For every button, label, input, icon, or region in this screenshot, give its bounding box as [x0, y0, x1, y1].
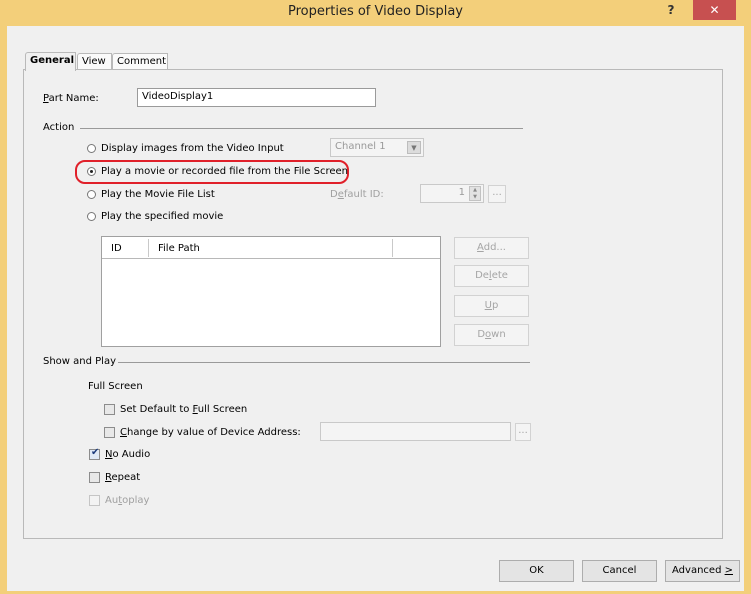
part-name-input[interactable]: VideoDisplay1 — [137, 88, 376, 107]
radio-video-input[interactable] — [87, 144, 96, 153]
up-button[interactable]: Up — [454, 295, 529, 317]
channel-select[interactable]: Channel 1 ▼ — [330, 138, 424, 157]
default-id-browse-button[interactable]: ... — [488, 185, 506, 203]
checkmark-icon: ✔ — [91, 447, 100, 458]
channel-select-value: Channel 1 — [335, 141, 386, 152]
add-button[interactable]: Add... — [454, 237, 529, 259]
delete-button[interactable]: Delete — [454, 265, 529, 287]
default-id-value: 1 — [458, 187, 465, 198]
column-header-id[interactable]: ID — [111, 243, 122, 254]
file-list-header: ID File Path — [102, 237, 440, 259]
repeat-checkbox[interactable] — [89, 472, 100, 483]
column-header-file-path[interactable]: File Path — [158, 243, 200, 254]
advanced-button[interactable]: Advanced > — [665, 560, 740, 582]
device-address-browse-button[interactable]: ... — [515, 423, 531, 441]
autoplay-checkbox[interactable] — [89, 495, 100, 506]
action-group-divider — [80, 128, 523, 129]
no-audio-label: No Audio — [105, 449, 151, 460]
ok-button[interactable]: OK — [499, 560, 574, 582]
radio-movie-file-list-label: Play the Movie File List — [101, 189, 215, 200]
action-group-label: Action — [43, 122, 75, 133]
no-audio-checkbox[interactable]: ✔ — [89, 447, 100, 460]
column-divider — [392, 239, 393, 257]
change-by-device-address-checkbox[interactable] — [104, 427, 115, 438]
radio-specified-movie-label: Play the specified movie — [101, 211, 224, 222]
set-default-full-screen-label: Set Default to Full Screen — [120, 404, 248, 415]
tab-general[interactable]: General — [25, 52, 76, 71]
radio-specified-movie[interactable] — [87, 212, 96, 221]
default-id-label: Default ID: — [330, 189, 384, 200]
autoplay-label: Autoplay — [105, 495, 150, 506]
close-button[interactable]: ✕ — [693, 0, 736, 20]
change-by-device-address-label: Change by value of Device Address: — [120, 427, 301, 438]
cancel-button[interactable]: Cancel — [582, 560, 657, 582]
help-button[interactable]: ? — [658, 0, 684, 22]
repeat-label: Repeat — [105, 472, 141, 483]
show-play-group-label: Show and Play — [43, 356, 117, 367]
default-id-stepper[interactable]: 1 ▲ ▼ — [420, 184, 484, 203]
radio-movie-file-list[interactable] — [87, 190, 96, 199]
radio-file-screen[interactable] — [87, 167, 96, 176]
down-button[interactable]: Down — [454, 324, 529, 346]
radio-video-input-label: Display images from the Video Input — [101, 143, 284, 154]
window-title: Properties of Video Display — [288, 4, 463, 19]
set-default-full-screen-checkbox[interactable] — [104, 404, 115, 415]
chevron-down-icon: ▼ — [407, 141, 421, 154]
device-address-input[interactable] — [320, 422, 511, 441]
spinner-icon: ▲ ▼ — [469, 186, 481, 201]
column-divider — [148, 239, 149, 257]
show-play-group-divider — [118, 362, 530, 363]
radio-file-screen-label: Play a movie or recorded file from the F… — [101, 166, 348, 177]
part-name-label: Part Name: — [43, 93, 99, 104]
full-screen-label: Full Screen — [88, 381, 143, 392]
file-list-table[interactable]: ID File Path — [101, 236, 441, 347]
title-bar: Properties of Video Display ? ✕ — [7, 0, 744, 26]
